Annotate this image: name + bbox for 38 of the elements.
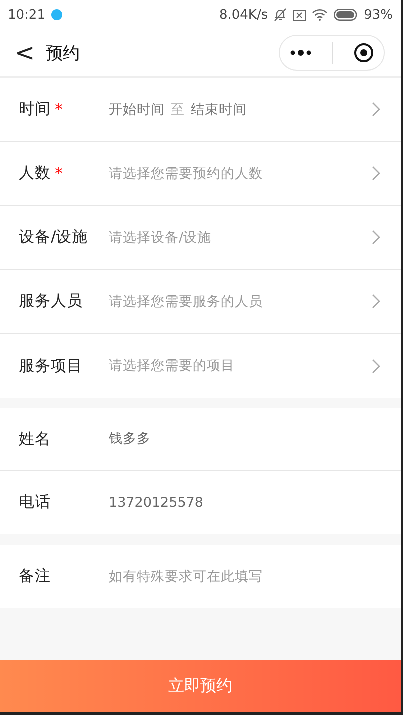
field-label: 服务人员 [19, 291, 83, 312]
picker-placeholder[interactable]: 请选择您需要的项目 [109, 357, 235, 375]
chevron-right-icon [372, 294, 381, 309]
chevron-right-icon [372, 358, 381, 374]
start-time-placeholder[interactable]: 开始时间 [109, 100, 165, 118]
picker-placeholder[interactable]: 请选择您需要预约的人数 [109, 164, 263, 182]
more-icon[interactable] [290, 50, 312, 56]
field-label: 设备/设施 [19, 227, 88, 248]
input-field[interactable]: 如有特殊要求可在此填写 [109, 568, 381, 584]
page-title: 预约 [46, 42, 81, 64]
chevron-right-icon [372, 166, 381, 181]
chevron-right-icon [372, 102, 381, 117]
picker-placeholder[interactable]: 请选择设备/设施 [109, 228, 212, 246]
field-label: 人数 [19, 163, 51, 184]
required-mark: * [55, 100, 63, 119]
range-separator: 至 [171, 100, 185, 118]
close-target-icon[interactable] [354, 43, 374, 63]
network-speed: 8.04K/s [219, 8, 268, 22]
end-time-placeholder[interactable]: 结束时间 [191, 100, 247, 118]
picker-placeholder[interactable]: 请选择您需要服务的人员 [109, 292, 263, 310]
app-notification-icon [51, 9, 64, 21]
field-label: 姓名 [19, 428, 51, 450]
battery-percent: 93% [364, 8, 393, 22]
input-field[interactable]: 13720125578 [109, 494, 381, 510]
close-box-icon [293, 10, 306, 20]
status-time: 10:21 [8, 8, 46, 22]
chevron-right-icon [372, 230, 381, 245]
submit-button[interactable]: 立即预约 [0, 660, 401, 712]
field-label: 电话 [19, 492, 51, 513]
field-label: 服务项目 [19, 356, 83, 376]
battery-icon [334, 9, 358, 21]
muted-bell-icon [274, 8, 288, 22]
required-mark: * [55, 164, 63, 183]
wifi-icon [312, 9, 328, 21]
input-field[interactable]: 钱多多 [109, 431, 381, 447]
field-label: 时间 [19, 99, 51, 120]
field-label: 备注 [19, 566, 51, 587]
back-button[interactable]: < [14, 41, 36, 65]
